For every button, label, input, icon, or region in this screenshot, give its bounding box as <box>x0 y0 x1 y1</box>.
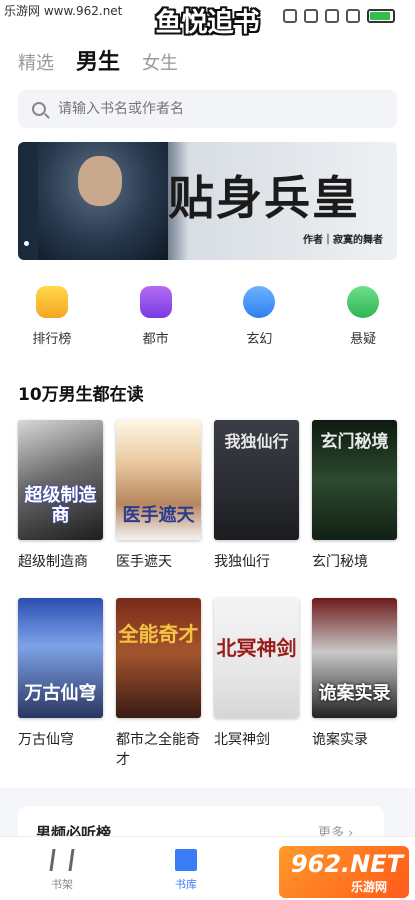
category-ranking[interactable]: 排行榜 <box>7 286 97 347</box>
mute-icon <box>283 9 297 23</box>
book-card[interactable]: 全能奇才 都市之全能奇才 <box>116 598 201 768</box>
category-label: 悬疑 <box>350 332 377 347</box>
cover-title: 全能奇才 <box>118 622 199 646</box>
book-card[interactable]: 超级制造商 超级制造商 <box>18 420 103 588</box>
book-grid: 超级制造商 超级制造商 医手遮天 医手遮天 我独仙行 我独仙行 玄门秘境 玄门秘… <box>18 420 403 768</box>
cover-title: 诡案实录 <box>318 683 391 704</box>
banner-character-image <box>38 142 168 260</box>
battery-level <box>370 12 390 20</box>
promo-banner[interactable]: 贴身兵皇 作者｜寂寞的舞者 <box>18 142 397 260</box>
carousel-indicator[interactable] <box>24 241 29 246</box>
bookshelf-icon <box>49 849 75 871</box>
tab-featured[interactable]: 精选 <box>18 49 54 75</box>
battery-icon <box>367 9 395 23</box>
section-title: 10万男生都在读 <box>18 385 144 405</box>
book-cover[interactable]: 诡案实录 <box>312 598 397 718</box>
search-input[interactable] <box>58 101 358 117</box>
book-cover[interactable]: 北冥神剑 <box>214 598 299 718</box>
nav-label: 书架 <box>51 878 73 891</box>
book-cover[interactable]: 医手遮天 <box>116 420 201 540</box>
charging-icon <box>346 9 360 23</box>
cover-title: 北冥神剑 <box>216 636 297 660</box>
tab-female[interactable]: 女生 <box>142 49 178 75</box>
book-cover[interactable]: 全能奇才 <box>116 598 201 718</box>
book-title[interactable]: 北冥神剑 <box>214 730 299 750</box>
book-cover[interactable]: 玄门秘境 <box>312 420 397 540</box>
book-cover[interactable]: 超级制造商 <box>18 420 103 540</box>
status-bar: 乐游网 www.962.net 鱼悦追书 <box>0 0 415 38</box>
book-card[interactable]: 医手遮天 医手遮天 <box>116 420 201 588</box>
book-card[interactable]: 我独仙行 我独仙行 <box>214 420 299 588</box>
category-label: 都市 <box>142 332 169 347</box>
tab-male[interactable]: 男生 <box>76 44 120 76</box>
alarm-icon <box>304 9 318 23</box>
nav-label: 书库 <box>175 878 197 891</box>
cover-title: 超级制造商 <box>24 485 97 526</box>
category-label: 排行榜 <box>32 332 72 347</box>
book-card[interactable]: 玄门秘境 玄门秘境 <box>312 420 397 588</box>
book-title[interactable]: 诡案实录 <box>312 730 397 750</box>
search-icon <box>32 102 46 116</box>
book-title[interactable]: 万古仙穹 <box>18 730 103 750</box>
cover-title: 万古仙穹 <box>24 683 97 704</box>
book-title[interactable]: 超级制造商 <box>18 552 103 572</box>
book-title[interactable]: 医手遮天 <box>116 552 201 572</box>
book-title[interactable]: 都市之全能奇才 <box>116 730 201 770</box>
banner-title: 贴身兵皇 <box>168 171 360 225</box>
book-title[interactable]: 我独仙行 <box>214 552 299 572</box>
wifi-icon <box>325 9 339 23</box>
search-bar[interactable] <box>18 90 397 128</box>
cover-title: 我独仙行 <box>224 432 289 451</box>
watermark-sub: 乐游网 <box>350 880 387 894</box>
book-card[interactable]: 北冥神剑 北冥神剑 <box>214 598 299 766</box>
fantasy-icon <box>243 286 276 318</box>
category-label: 玄幻 <box>246 332 273 347</box>
watermark-brand: 962.NET <box>290 850 403 878</box>
status-icons <box>283 9 395 23</box>
book-title[interactable]: 玄门秘境 <box>312 552 397 572</box>
nav-bookshelf[interactable]: 书架 <box>0 837 124 900</box>
trophy-icon <box>35 286 68 318</box>
category-city[interactable]: 都市 <box>111 286 201 347</box>
book-card[interactable]: 万古仙穹 万古仙穹 <box>18 598 103 766</box>
cover-title: 玄门秘境 <box>320 432 389 452</box>
category-fantasy[interactable]: 玄幻 <box>214 286 304 347</box>
cover-title: 医手遮天 <box>122 505 195 526</box>
library-icon <box>175 849 197 871</box>
book-cover[interactable]: 万古仙穹 <box>18 598 103 718</box>
nav-library[interactable]: 书库 <box>124 837 248 900</box>
channel-tabs: 精选 男生 女生 <box>18 44 178 76</box>
city-icon <box>139 286 172 318</box>
banner-author: 作者｜寂寞的舞者 <box>303 235 383 246</box>
mystery-icon <box>347 286 380 318</box>
book-cover[interactable]: 我独仙行 <box>214 420 299 540</box>
category-row: 排行榜 都市 玄幻 悬疑 <box>0 286 415 347</box>
book-card[interactable]: 诡案实录 诡案实录 <box>312 598 397 766</box>
category-mystery[interactable]: 悬疑 <box>318 286 408 347</box>
